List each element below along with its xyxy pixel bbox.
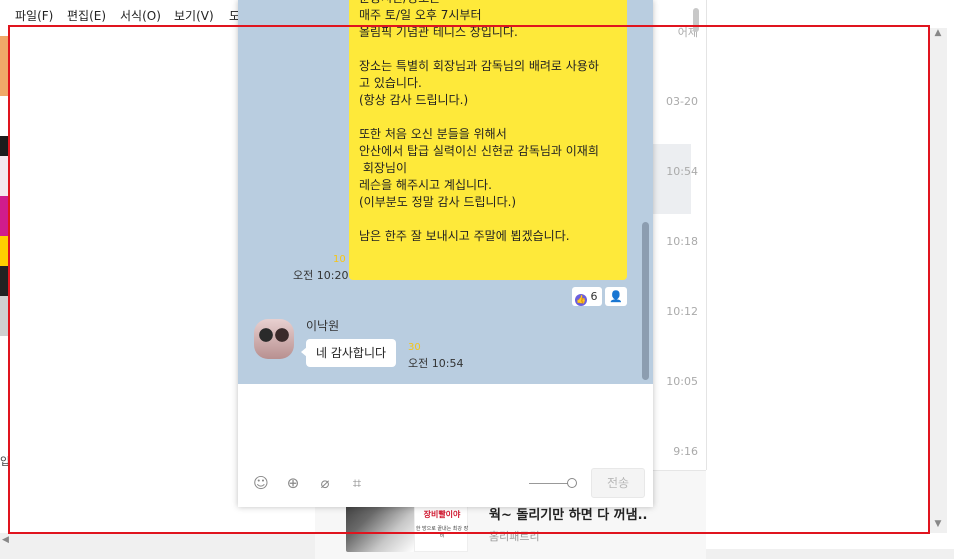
menu-file[interactable]: 파일(F) bbox=[15, 7, 53, 24]
emoticon-icon[interactable]: ☺ bbox=[252, 474, 270, 492]
sender-name: 이낙원 bbox=[306, 319, 340, 333]
chat-message-area: 운동시간/장소는 매주 토/일 오후 7시부터 올림픽 기념관 테니스 장입니다… bbox=[238, 0, 653, 384]
scroll-down-icon[interactable]: ▼ bbox=[929, 519, 947, 533]
message-time: 오전 10:54 bbox=[408, 357, 464, 370]
unread-count: 30 bbox=[408, 342, 421, 353]
chat-list-selected-row[interactable] bbox=[653, 144, 691, 214]
font-size-slider-knob[interactable] bbox=[567, 478, 577, 488]
background-text-fragment: 입 bbox=[0, 455, 11, 468]
notepad-horizontal-scrollbar[interactable]: ◀ bbox=[0, 533, 315, 549]
chat-list-time: 03-20 bbox=[666, 95, 698, 108]
thumbs-up-icon: 👍 bbox=[575, 294, 587, 306]
chat-scrollbar[interactable] bbox=[642, 222, 649, 380]
unread-count: 10 bbox=[333, 254, 346, 265]
ad-advertiser: 홈리패트리 bbox=[489, 530, 540, 543]
ad-badge-text: 장비빨이야 bbox=[423, 510, 461, 519]
received-message-bubble[interactable]: 네 감사합니다 bbox=[300, 339, 397, 367]
like-reaction-button[interactable]: 👍 6 bbox=[572, 287, 602, 306]
desktop-screen: 파일(F) 편집(E) 서식(O) 보기(V) 도 입 ▲ ▼ ◀ 어제 03-… bbox=[0, 0, 954, 559]
person-icon[interactable]: 👤 bbox=[605, 287, 627, 306]
send-button[interactable]: 전송 bbox=[591, 468, 645, 498]
my-message-bubble[interactable]: 운동시간/장소는 매주 토/일 오후 7시부터 올림픽 기념관 테니스 장입니다… bbox=[349, 0, 627, 280]
font-size-slider[interactable] bbox=[529, 483, 571, 484]
divider bbox=[706, 0, 707, 470]
attach-file-icon[interactable]: ⌀ bbox=[316, 474, 334, 492]
chat-list-time: 10:12 bbox=[666, 305, 698, 318]
chat-list-time: 9:16 bbox=[673, 445, 698, 458]
avatar[interactable] bbox=[254, 319, 294, 359]
menu-edit[interactable]: 편집(E) bbox=[67, 7, 106, 24]
message-time: 오전 10:20 bbox=[293, 269, 349, 282]
chat-list-time: 10:54 bbox=[666, 165, 698, 178]
scroll-left-icon[interactable]: ◀ bbox=[2, 535, 9, 545]
chat-list-scrollbar[interactable] bbox=[693, 8, 699, 32]
ad-badge-subtext: 한 방으로 끝내는 최강 장비 bbox=[415, 526, 469, 539]
scroll-up-icon[interactable]: ▲ bbox=[929, 28, 947, 42]
crop-capture-icon[interactable]: ⌗ bbox=[348, 474, 366, 492]
reaction-count: 6 bbox=[590, 290, 598, 303]
menu-view[interactable]: 보기(V) bbox=[174, 7, 214, 24]
message-input[interactable]: ☺ ⊕ ⌀ ⌗ 전송 bbox=[238, 384, 653, 507]
background-window-edge bbox=[0, 36, 9, 336]
notepad-vertical-scrollbar[interactable]: ▲ ▼ bbox=[929, 28, 947, 533]
chat-list-time: 10:18 bbox=[666, 235, 698, 248]
chat-window: 운동시간/장소는 매주 토/일 오후 7시부터 올림픽 기념관 테니스 장입니다… bbox=[238, 0, 653, 507]
menu-format[interactable]: 서식(O) bbox=[120, 7, 161, 24]
chat-list-panel: 어제 03-20 10:54 10:18 10:12 10:05 9:16 bbox=[653, 0, 706, 470]
sticker-icon[interactable]: ⊕ bbox=[284, 474, 302, 492]
chat-list-time: 10:05 bbox=[666, 375, 698, 388]
